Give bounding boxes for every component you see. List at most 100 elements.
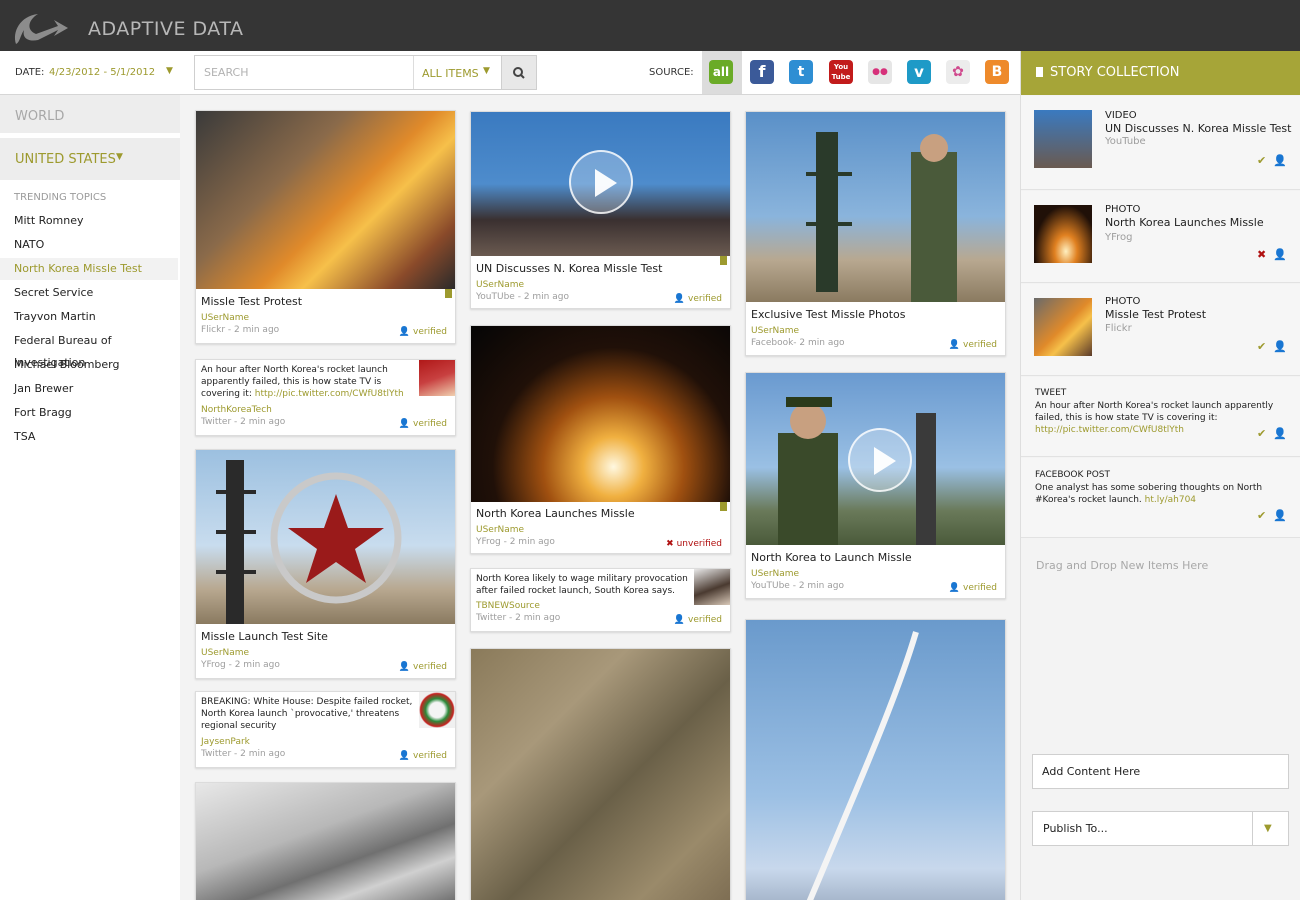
story-tweet-link[interactable]: http://pic.twitter.com/CWfU8tlYth (1035, 425, 1184, 435)
topic-item[interactable]: Federal Bureau of Investigation (0, 330, 178, 369)
card-user[interactable]: JaysenPark (201, 737, 250, 747)
chevron-down-icon: ▼ (116, 152, 123, 162)
topic-item[interactable]: Mitt Romney (0, 210, 178, 232)
story-item-title: UN Discusses N. Korea Missle Test (1105, 122, 1292, 135)
flickr-icon[interactable]: ●● (868, 60, 892, 84)
adaptive-data-logo-icon[interactable] (10, 6, 74, 50)
check-icon[interactable]: ✔ (1257, 154, 1266, 167)
tweet-card[interactable]: An hour after North Korea's rocket launc… (195, 359, 456, 436)
status-label: unverified (676, 539, 722, 549)
media-card[interactable]: North Korea Launches Missle USerName YFr… (470, 325, 731, 554)
bookmark-icon[interactable] (720, 256, 727, 265)
check-icon[interactable]: ✔ (1257, 340, 1266, 353)
publish-label: Publish To... (1043, 822, 1108, 835)
topic-item[interactable]: TSA (0, 426, 178, 448)
story-item[interactable]: PHOTO Missle Test Protest Flickr ✔ 👤 (1021, 284, 1300, 376)
status-label: verified (413, 327, 447, 337)
twitter-icon[interactable]: t (789, 60, 813, 84)
vimeo-icon[interactable]: v (907, 60, 931, 84)
chevron-down-icon[interactable]: ▼ (1264, 812, 1272, 845)
story-item[interactable]: TWEET An hour after North Korea's rocket… (1021, 377, 1300, 457)
media-card[interactable]: UN Discusses N. Korea Missle Test USerNa… (470, 111, 731, 309)
story-item[interactable]: PHOTO North Korea Launches Missle YFrog … (1021, 191, 1300, 283)
topic-item[interactable]: Trayvon Martin (0, 306, 178, 328)
card-title[interactable]: North Korea to Launch Missle (751, 551, 912, 564)
card-meta: Twitter - 2 min ago (201, 417, 286, 427)
check-icon[interactable]: ✔ (1257, 427, 1266, 440)
card-title[interactable]: Exclusive Test Missle Photos (751, 308, 906, 321)
check-icon[interactable]: ✔ (1257, 509, 1266, 522)
youtube-icon[interactable]: You Tube (829, 60, 853, 84)
topic-item[interactable]: Secret Service (0, 282, 178, 304)
nav-world[interactable]: WORLD (0, 95, 180, 135)
card-user[interactable]: USerName (476, 280, 524, 290)
card-title[interactable]: Missle Test Protest (201, 295, 302, 308)
card-user[interactable]: TBNEWSource (476, 601, 540, 611)
play-icon[interactable] (848, 428, 912, 492)
card-meta: YFrog - 2 min ago (201, 660, 280, 670)
media-card[interactable]: Missle Test Protest USerName Flickr - 2 … (195, 110, 456, 344)
play-icon[interactable] (569, 150, 633, 214)
story-item[interactable]: FACEBOOK POST One analyst has some sober… (1021, 458, 1300, 538)
missile-trail-photo (746, 620, 1005, 900)
content-feed: Missle Test Protest USerName Flickr - 2 … (180, 95, 1020, 900)
user-icon[interactable]: 👤 (1273, 248, 1287, 261)
media-card[interactable] (745, 619, 1006, 900)
card-user[interactable]: USerName (201, 313, 249, 323)
story-collection-header: STORY COLLECTION (1021, 51, 1300, 95)
card-title[interactable]: UN Discusses N. Korea Missle Test (476, 262, 662, 275)
add-content-input[interactable]: Add Content Here (1032, 754, 1289, 789)
filter-caret-icon[interactable]: ▼ (483, 66, 490, 76)
user-icon[interactable]: 👤 (1273, 154, 1287, 167)
toolbar: DATE: 4/23/2012 - 5/1/2012 ▼ ALL ITEMS ▼… (0, 51, 1020, 95)
card-user[interactable]: USerName (201, 648, 249, 658)
media-card[interactable] (195, 782, 456, 900)
topic-item[interactable]: Jan Brewer (0, 378, 178, 400)
card-title[interactable]: Missle Launch Test Site (201, 630, 328, 643)
date-range-picker[interactable]: 4/23/2012 - 5/1/2012 (49, 67, 155, 78)
nav-region-dropdown[interactable]: UNITED STATES ▼ (0, 138, 180, 180)
media-card[interactable]: Missle Launch Test Site USerName YFrog -… (195, 449, 456, 679)
tweet-card[interactable]: North Korea likely to wage military prov… (470, 568, 731, 632)
card-user[interactable]: USerName (476, 525, 524, 535)
source-label: SOURCE: (649, 67, 694, 78)
story-fb-link[interactable]: ht.ly/ah704 (1145, 495, 1196, 505)
media-card[interactable] (470, 648, 731, 900)
drop-zone-hint[interactable]: Drag and Drop New Items Here (1036, 559, 1208, 572)
bookmark-icon[interactable] (445, 289, 452, 298)
publish-to-dropdown[interactable]: Publish To... ▼ (1032, 811, 1289, 846)
tweet-card[interactable]: BREAKING: White House: Despite failed ro… (195, 691, 456, 768)
source-all-button[interactable]: all (709, 60, 733, 84)
user-icon: 👤 (398, 751, 411, 761)
picasa-icon[interactable]: ✿ (946, 60, 970, 84)
card-status: 👤 verified (399, 327, 447, 337)
soldier-launchpad-photo (746, 112, 1005, 302)
card-user[interactable]: NorthKoreaTech (201, 405, 272, 415)
close-icon[interactable]: ✖ (1257, 248, 1266, 261)
topic-item[interactable]: Fort Bragg (0, 402, 178, 424)
topic-item[interactable]: Michael Bloomberg (0, 354, 178, 376)
blogger-icon[interactable]: B (985, 60, 1009, 84)
user-icon[interactable]: 👤 (1273, 427, 1287, 440)
card-user[interactable]: USerName (751, 569, 799, 579)
card-title[interactable]: North Korea Launches Missle (476, 507, 635, 520)
story-item[interactable]: VIDEO UN Discusses N. Korea Missle Test … (1021, 96, 1300, 190)
media-card[interactable]: North Korea to Launch Missle USerName Yo… (745, 372, 1006, 599)
date-caret-icon[interactable]: ▼ (166, 66, 173, 76)
topic-item[interactable]: NATO (0, 234, 178, 256)
story-item-title: North Korea Launches Missle (1105, 216, 1264, 229)
top-bar: ADAPTIVE DATA (0, 0, 1300, 51)
topic-item-active[interactable]: North Korea Missle Test (0, 258, 178, 280)
card-meta: Twitter - 2 min ago (476, 613, 561, 623)
facebook-icon[interactable]: f (750, 60, 774, 84)
user-icon[interactable]: 👤 (1273, 340, 1287, 353)
bookmark-icon[interactable] (720, 502, 727, 511)
user-icon[interactable]: 👤 (1273, 509, 1287, 522)
search-input[interactable] (195, 56, 413, 89)
tweet-link[interactable]: http://pic.twitter.com/CWfU8tlYth (255, 389, 404, 399)
media-card[interactable]: Exclusive Test Missle Photos USerName Fa… (745, 111, 1006, 356)
search-button[interactable] (501, 55, 537, 90)
card-user[interactable]: USerName (751, 326, 799, 336)
filter-dropdown[interactable]: ALL ITEMS (422, 67, 479, 80)
tweet-thumbnail (419, 360, 455, 396)
